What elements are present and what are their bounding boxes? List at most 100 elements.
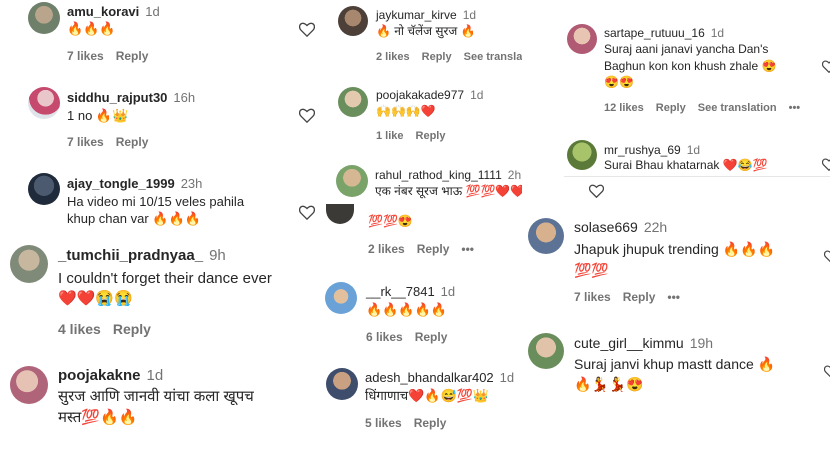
avatar[interactable] — [28, 87, 60, 119]
heart-icon[interactable] — [824, 365, 830, 378]
reply-button[interactable]: Reply — [116, 135, 149, 149]
avatar[interactable] — [325, 282, 357, 314]
heart-icon[interactable] — [299, 205, 315, 220]
comment-username[interactable]: amu_koravi 1d — [67, 4, 160, 19]
comment-username[interactable]: __rk__7841 1d — [366, 284, 455, 299]
comment-text: 😍😍 — [604, 75, 634, 89]
reply-button[interactable]: Reply — [623, 290, 656, 304]
reply-button[interactable]: Reply — [422, 51, 452, 63]
likes-count[interactable]: 5 likes — [365, 416, 402, 430]
comment-time: 1d — [499, 370, 515, 385]
likes-count[interactable]: 1 like — [376, 130, 404, 142]
avatar[interactable] — [28, 2, 60, 34]
more-options-button[interactable]: ••• — [789, 102, 801, 114]
comment-text: 🔥🔥🔥🔥🔥 — [366, 302, 447, 317]
comment-text: मस्त💯🔥🔥 — [58, 409, 138, 426]
comment-meta: 7 likes Reply — [67, 135, 160, 149]
avatar[interactable] — [326, 204, 354, 224]
reply-button[interactable]: Reply — [415, 330, 448, 344]
comment-username[interactable]: poojakakade977 1d — [376, 88, 483, 102]
more-options-button[interactable]: ••• — [667, 290, 680, 304]
comment-username[interactable]: solase669 22h — [574, 219, 667, 235]
comment-text: Ha video mi 10/15 veles pahila — [67, 194, 245, 209]
reply-button[interactable]: Reply — [416, 130, 446, 142]
avatar[interactable] — [338, 6, 368, 36]
comment-time: 2h — [507, 168, 522, 182]
comment-meta: 2 likes Reply See translation — [376, 51, 522, 63]
likes-count[interactable]: 7 likes — [67, 135, 104, 149]
comment-meta: 2 likes Reply ••• — [368, 242, 486, 256]
comment-text: 🙌🙌🙌❤️ — [376, 104, 436, 118]
comment-time: 22h — [643, 219, 668, 235]
avatar[interactable] — [528, 333, 564, 369]
likes-count[interactable]: 4 likes — [58, 321, 101, 337]
heart-icon[interactable] — [824, 250, 830, 263]
comment-meta: 1 like Reply — [376, 130, 458, 142]
avatar[interactable] — [567, 24, 597, 54]
heart-icon[interactable] — [299, 108, 315, 123]
comment-meta: 7 likes Reply — [67, 49, 160, 63]
comment-time: 9h — [209, 247, 226, 264]
avatar[interactable] — [338, 87, 368, 117]
comment-text: Surai Bhau khatarnak ❤️😂💯 — [604, 158, 768, 172]
avatar[interactable] — [10, 245, 48, 283]
comment-text: Suraj janvi khup mastt dance 🔥 — [574, 356, 776, 372]
likes-count[interactable]: 2 likes — [376, 51, 410, 63]
comment-text: Baghun kon kon khush zhale 😍 — [604, 59, 777, 73]
comment-username[interactable]: sartape_rutuuu_16 1d — [604, 26, 724, 40]
likes-count[interactable]: 2 likes — [368, 242, 405, 256]
heart-icon[interactable] — [822, 158, 830, 171]
comment-text: 1 no 🔥👑 — [67, 108, 129, 123]
comment-text: Suraj aani janavi yancha Dan's — [604, 42, 769, 56]
comment-time: 23h — [180, 176, 203, 191]
likes-count[interactable]: 6 likes — [366, 330, 403, 344]
comment-meta: 7 likes Reply ••• — [574, 290, 692, 304]
divider — [564, 176, 830, 177]
comment-time: 1d — [146, 367, 164, 384]
comment-text: एक नंबर सूरज भाऊ 💯💯❤️❤️ — [375, 184, 522, 198]
comment-text: सुरज आणि जानवी यांचा कला खूपच — [58, 388, 254, 405]
likes-count[interactable]: 7 likes — [67, 49, 104, 63]
reply-button[interactable]: Reply — [656, 102, 686, 114]
comment-column-3: sartape_rutuuu_16 1d Suraj aani janavi ya… — [524, 0, 830, 466]
avatar[interactable] — [336, 165, 368, 197]
comment-text: 🔥🔥🔥 — [67, 21, 116, 36]
see-translation-link[interactable]: See translation — [698, 102, 777, 114]
likes-count[interactable]: 7 likes — [574, 290, 611, 304]
comment-time: 16h — [173, 90, 196, 105]
comment-column-1: amu_koravi 1d 🔥🔥🔥 7 likes Reply siddhu_raj… — [0, 0, 322, 466]
avatar[interactable] — [326, 368, 358, 400]
comment-username[interactable]: _tumchii_pradnyaa_ 9h — [58, 247, 226, 264]
reply-button[interactable]: Reply — [113, 321, 151, 337]
comment-text: 🔥 नो चॅलेंज सुरज 🔥 — [376, 24, 476, 38]
comment-username[interactable]: adesh_bhandalkar402 1d — [365, 370, 514, 385]
comment-time: 1d — [470, 88, 484, 102]
avatar[interactable] — [567, 140, 597, 170]
comment-username[interactable]: jaykumar_kirve 1d — [376, 8, 476, 22]
heart-icon[interactable] — [822, 60, 830, 73]
comment-text: ❤️❤️😭😭 — [58, 290, 133, 307]
comment-time: 19h — [689, 335, 714, 351]
comment-username[interactable]: rahul_rathod_king_1111 2h — [375, 168, 521, 182]
comment-column-2: jaykumar_kirve 1d 🔥 नो चॅलेंज सुरज 🔥 2 li… — [322, 0, 522, 466]
comment-time: 1d — [686, 143, 701, 157]
comment-meta: 6 likes Reply — [366, 330, 459, 344]
heart-icon[interactable] — [299, 22, 315, 37]
reply-button[interactable]: Reply — [414, 416, 447, 430]
comment-username[interactable]: mr_rushya_69 1d — [604, 143, 700, 157]
comment-username[interactable]: siddhu_rajput30 16h — [67, 90, 195, 105]
comment-username[interactable]: cute_girl__kimmu 19h — [574, 335, 713, 351]
reply-button[interactable]: Reply — [417, 242, 450, 256]
more-options-button[interactable]: ••• — [461, 242, 474, 256]
avatar[interactable] — [28, 173, 60, 205]
reply-button[interactable]: Reply — [116, 49, 149, 63]
comment-username[interactable]: ajay_tongle_1999 23h — [67, 176, 202, 191]
likes-count[interactable]: 12 likes — [604, 102, 644, 114]
avatar[interactable] — [528, 218, 564, 254]
see-translation-link[interactable]: See translation — [464, 51, 522, 63]
avatar[interactable] — [10, 366, 48, 404]
heart-icon[interactable] — [589, 184, 604, 198]
comment-text: 💯💯 — [574, 262, 609, 278]
comment-time: 1d — [145, 4, 160, 19]
comment-username[interactable]: poojakakne 1d — [58, 367, 163, 384]
